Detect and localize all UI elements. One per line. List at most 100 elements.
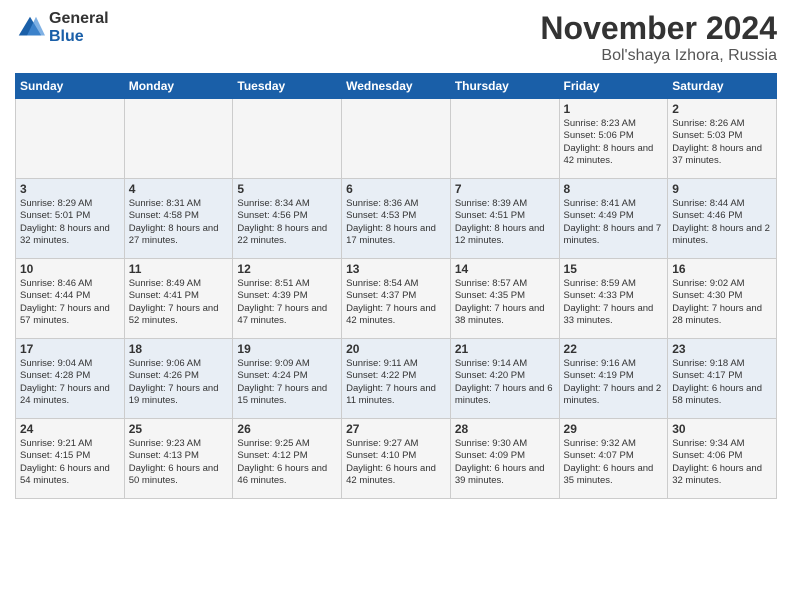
day-number: 19	[237, 342, 337, 356]
day-cell: 10 Sunrise: 8:46 AMSunset: 4:44 PMDayligh…	[16, 259, 125, 339]
day-number: 24	[20, 422, 120, 436]
day-cell: 28 Sunrise: 9:30 AMSunset: 4:09 PMDayligh…	[450, 419, 559, 499]
day-info: Sunrise: 9:16 AMSunset: 4:19 PMDaylight:…	[564, 358, 664, 407]
logo-blue: Blue	[49, 28, 109, 46]
day-cell: 20 Sunrise: 9:11 AMSunset: 4:22 PMDayligh…	[342, 339, 451, 419]
col-saturday: Saturday	[668, 74, 777, 99]
logo-icon	[15, 13, 45, 43]
week-row-5: 24 Sunrise: 9:21 AMSunset: 4:15 PMDayligh…	[16, 419, 777, 499]
day-info: Sunrise: 9:18 AMSunset: 4:17 PMDaylight:…	[672, 358, 772, 407]
day-cell	[16, 99, 125, 179]
day-number: 4	[129, 182, 229, 196]
day-number: 6	[346, 182, 446, 196]
day-number: 30	[672, 422, 772, 436]
day-number: 29	[564, 422, 664, 436]
day-cell: 16 Sunrise: 9:02 AMSunset: 4:30 PMDayligh…	[668, 259, 777, 339]
calendar-table: Sunday Monday Tuesday Wednesday Thursday…	[15, 73, 777, 499]
day-number: 14	[455, 262, 555, 276]
day-info: Sunrise: 9:04 AMSunset: 4:28 PMDaylight:…	[20, 358, 120, 407]
day-number: 5	[237, 182, 337, 196]
month-title: November 2024	[540, 10, 777, 47]
day-number: 3	[20, 182, 120, 196]
day-number: 8	[564, 182, 664, 196]
day-cell	[342, 99, 451, 179]
day-cell: 11 Sunrise: 8:49 AMSunset: 4:41 PMDayligh…	[124, 259, 233, 339]
day-cell	[450, 99, 559, 179]
day-cell: 3 Sunrise: 8:29 AMSunset: 5:01 PMDaylight…	[16, 179, 125, 259]
day-info: Sunrise: 8:31 AMSunset: 4:58 PMDaylight:…	[129, 198, 229, 247]
day-number: 15	[564, 262, 664, 276]
day-number: 11	[129, 262, 229, 276]
day-number: 12	[237, 262, 337, 276]
day-number: 28	[455, 422, 555, 436]
day-cell: 9Sunrise: 8:44 AMSunset: 4:46 PMDaylight…	[668, 179, 777, 259]
day-info: Sunrise: 9:32 AMSunset: 4:07 PMDaylight:…	[564, 438, 664, 487]
day-number: 25	[129, 422, 229, 436]
day-number: 18	[129, 342, 229, 356]
day-cell: 4 Sunrise: 8:31 AMSunset: 4:58 PMDaylight…	[124, 179, 233, 259]
day-cell: 19Sunrise: 9:09 AMSunset: 4:24 PMDayligh…	[233, 339, 342, 419]
day-info: Sunrise: 8:29 AMSunset: 5:01 PMDaylight:…	[20, 198, 120, 247]
day-number: 9	[672, 182, 772, 196]
day-cell: 18Sunrise: 9:06 AMSunset: 4:26 PMDayligh…	[124, 339, 233, 419]
day-cell	[233, 99, 342, 179]
day-cell: 2Sunrise: 8:26 AMSunset: 5:03 PMDaylight…	[668, 99, 777, 179]
day-info: Sunrise: 9:30 AMSunset: 4:09 PMDaylight:…	[455, 438, 555, 487]
logo-general: General	[49, 10, 109, 28]
day-cell: 7Sunrise: 8:39 AMSunset: 4:51 PMDaylight…	[450, 179, 559, 259]
col-thursday: Thursday	[450, 74, 559, 99]
day-info: Sunrise: 9:21 AMSunset: 4:15 PMDaylight:…	[20, 438, 120, 487]
day-cell: 29 Sunrise: 9:32 AMSunset: 4:07 PMDayligh…	[559, 419, 668, 499]
col-sunday: Sunday	[16, 74, 125, 99]
day-info: Sunrise: 8:39 AMSunset: 4:51 PMDaylight:…	[455, 198, 555, 247]
day-number: 17	[20, 342, 120, 356]
day-info: Sunrise: 9:34 AMSunset: 4:06 PMDaylight:…	[672, 438, 772, 487]
logo: General Blue	[15, 10, 109, 45]
day-info: Sunrise: 9:27 AMSunset: 4:10 PMDaylight:…	[346, 438, 446, 487]
title-block: November 2024 Bol'shaya Izhora, Russia	[540, 10, 777, 65]
day-info: Sunrise: 8:46 AMSunset: 4:44 PMDaylight:…	[20, 278, 120, 327]
col-monday: Monday	[124, 74, 233, 99]
day-info: Sunrise: 8:49 AMSunset: 4:41 PMDaylight:…	[129, 278, 229, 327]
day-number: 10	[20, 262, 120, 276]
day-info: Sunrise: 8:26 AMSunset: 5:03 PMDaylight:…	[672, 118, 772, 167]
day-number: 13	[346, 262, 446, 276]
day-number: 22	[564, 342, 664, 356]
day-info: Sunrise: 8:57 AMSunset: 4:35 PMDaylight:…	[455, 278, 555, 327]
day-cell: 30 Sunrise: 9:34 AMSunset: 4:06 PMDayligh…	[668, 419, 777, 499]
header-row: Sunday Monday Tuesday Wednesday Thursday…	[16, 74, 777, 99]
day-number: 20	[346, 342, 446, 356]
day-number: 1	[564, 102, 664, 116]
day-cell: 24 Sunrise: 9:21 AMSunset: 4:15 PMDayligh…	[16, 419, 125, 499]
day-cell: 26Sunrise: 9:25 AMSunset: 4:12 PMDayligh…	[233, 419, 342, 499]
day-cell: 12 Sunrise: 8:51 AMSunset: 4:39 PMDayligh…	[233, 259, 342, 339]
day-cell: 8Sunrise: 8:41 AMSunset: 4:49 PMDaylight…	[559, 179, 668, 259]
col-tuesday: Tuesday	[233, 74, 342, 99]
day-info: Sunrise: 9:14 AMSunset: 4:20 PMDaylight:…	[455, 358, 555, 407]
day-info: Sunrise: 9:02 AMSunset: 4:30 PMDaylight:…	[672, 278, 772, 327]
day-info: Sunrise: 9:23 AMSunset: 4:13 PMDaylight:…	[129, 438, 229, 487]
day-cell: 21 Sunrise: 9:14 AMSunset: 4:20 PMDayligh…	[450, 339, 559, 419]
day-number: 23	[672, 342, 772, 356]
day-number: 26	[237, 422, 337, 436]
calendar-body: 1Sunrise: 8:23 AMSunset: 5:06 PMDaylight…	[16, 99, 777, 499]
day-info: Sunrise: 9:11 AMSunset: 4:22 PMDaylight:…	[346, 358, 446, 407]
day-cell: 13 Sunrise: 8:54 AMSunset: 4:37 PMDayligh…	[342, 259, 451, 339]
day-cell: 5 Sunrise: 8:34 AMSunset: 4:56 PMDaylight…	[233, 179, 342, 259]
day-number: 21	[455, 342, 555, 356]
day-cell: 1Sunrise: 8:23 AMSunset: 5:06 PMDaylight…	[559, 99, 668, 179]
header: General Blue November 2024 Bol'shaya Izh…	[15, 10, 777, 65]
page-container: General Blue November 2024 Bol'shaya Izh…	[0, 0, 792, 504]
week-row-1: 1Sunrise: 8:23 AMSunset: 5:06 PMDaylight…	[16, 99, 777, 179]
week-row-2: 3 Sunrise: 8:29 AMSunset: 5:01 PMDaylight…	[16, 179, 777, 259]
day-cell: 17 Sunrise: 9:04 AMSunset: 4:28 PMDayligh…	[16, 339, 125, 419]
week-row-3: 10 Sunrise: 8:46 AMSunset: 4:44 PMDayligh…	[16, 259, 777, 339]
day-cell: 22 Sunrise: 9:16 AMSunset: 4:19 PMDayligh…	[559, 339, 668, 419]
day-info: Sunrise: 8:34 AMSunset: 4:56 PMDaylight:…	[237, 198, 337, 247]
logo-text: General Blue	[49, 10, 109, 45]
day-info: Sunrise: 8:54 AMSunset: 4:37 PMDaylight:…	[346, 278, 446, 327]
day-info: Sunrise: 8:51 AMSunset: 4:39 PMDaylight:…	[237, 278, 337, 327]
day-number: 27	[346, 422, 446, 436]
day-cell	[124, 99, 233, 179]
day-number: 16	[672, 262, 772, 276]
